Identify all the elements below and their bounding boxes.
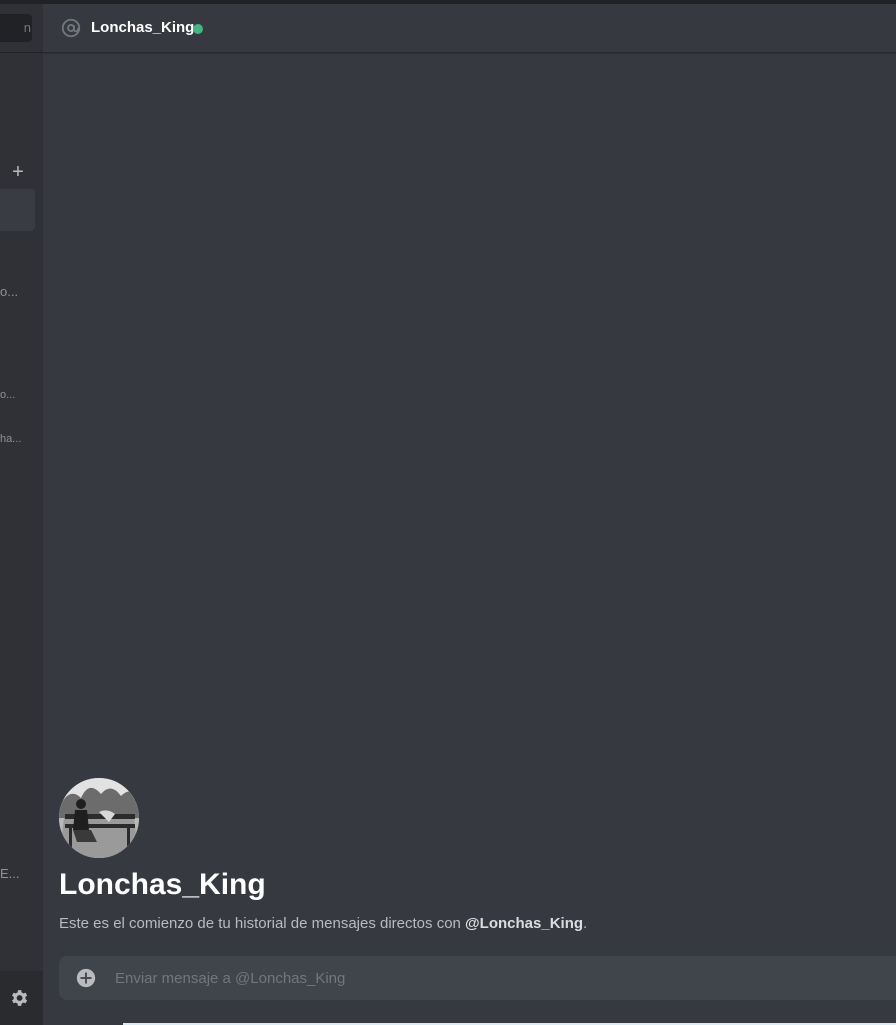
chat-header: Lonchas_King (43, 4, 896, 53)
chat-area: Lonchas_King Lonchas_King Este es el com… (43, 4, 896, 1025)
gear-icon[interactable] (9, 988, 29, 1008)
welcome-desc-suffix: . (583, 915, 588, 932)
dm-list-item[interactable]: o... (0, 284, 18, 299)
dm-list-item-selected[interactable] (0, 189, 35, 231)
plus-circle-icon[interactable] (75, 967, 97, 989)
message-input[interactable] (115, 956, 895, 1000)
chat-username[interactable]: Lonchas_King (91, 19, 194, 36)
avatar[interactable] (59, 778, 139, 858)
message-composer (59, 956, 896, 1000)
welcome-description: Este es el comienzo de tu historial de m… (59, 915, 587, 932)
discord-window: n + o... o... ha... E... Lonchas_King Lo… (0, 0, 896, 1025)
at-icon (60, 17, 82, 39)
dm-list-item[interactable]: E... (0, 866, 20, 881)
create-dm-button[interactable]: + (10, 162, 26, 182)
online-status-dot (193, 24, 203, 34)
find-conversation-input[interactable]: n (0, 14, 32, 42)
dm-list-item[interactable]: o... (0, 389, 15, 401)
dm-list-item[interactable]: ha... (0, 433, 21, 445)
dm-sidebar: n + o... o... ha... E... (0, 4, 43, 1025)
sidebar-divider (0, 52, 43, 53)
welcome-desc-text: Este es el comienzo de tu historial de m… (59, 915, 466, 932)
username-mention[interactable]: @Lonchas_King (465, 915, 583, 932)
welcome-title: Lonchas_King (59, 868, 266, 901)
